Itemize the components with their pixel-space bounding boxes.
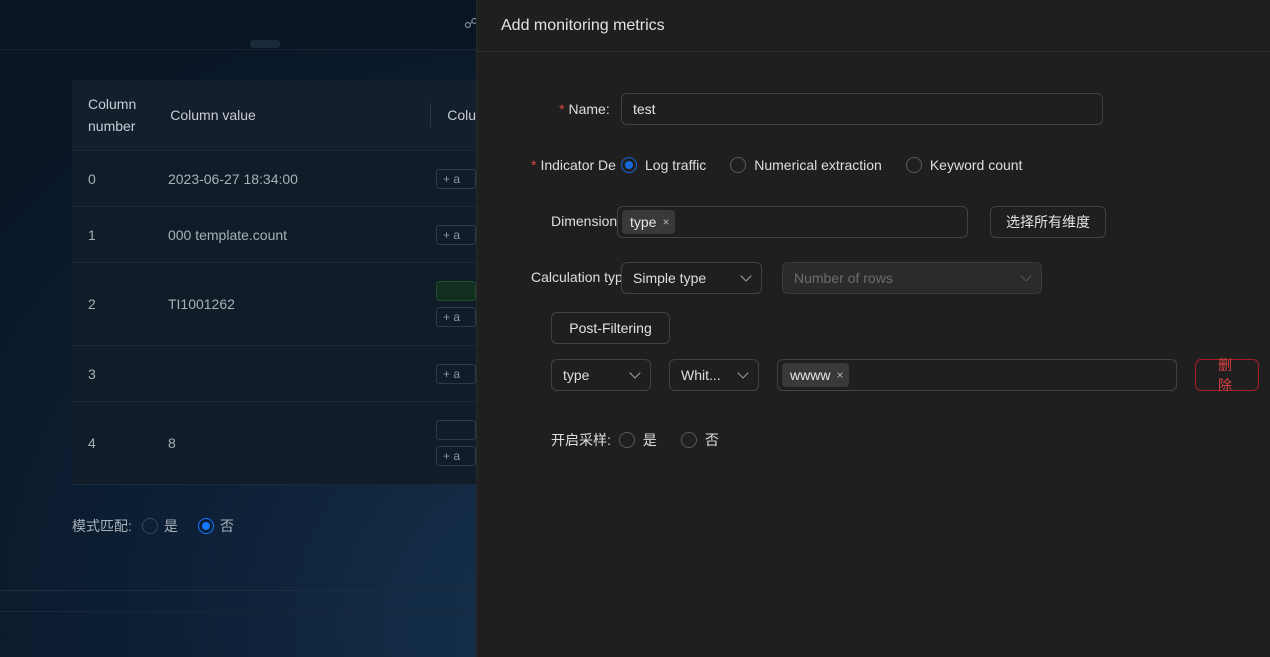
add-tag-button[interactable]: + a xyxy=(436,307,476,327)
sampling-group: 开启采样: 是 否 xyxy=(551,430,735,450)
radio-checked-icon[interactable] xyxy=(621,157,637,173)
table-row: 1 000 template.count + a xyxy=(72,207,476,263)
radio-icon[interactable] xyxy=(680,432,697,448)
header-column-third: Colu xyxy=(447,107,476,123)
topbar-pill xyxy=(250,40,280,48)
row-number: 0 xyxy=(88,170,96,187)
row-number: 1 xyxy=(88,226,96,243)
table-header: Column number Column value Colu xyxy=(72,80,476,151)
filter-value-tag: wwww × xyxy=(782,363,850,387)
row-number: 3 xyxy=(88,365,96,382)
divider xyxy=(0,590,476,591)
delete-filter-button[interactable]: 删除 xyxy=(1195,357,1259,393)
status-tag xyxy=(436,281,476,301)
pattern-match-label: 模式匹配: xyxy=(72,518,132,534)
tag-input[interactable] xyxy=(436,420,476,440)
dimension-select[interactable]: type × xyxy=(617,206,968,238)
row-value: 2023-06-27 18:34:00 xyxy=(167,170,298,187)
add-metric-drawer: Add monitoring metrics * Name: test * Indi… xyxy=(476,0,1270,657)
add-tag-button[interactable]: + a xyxy=(436,224,476,245)
table-row: 4 8 + a xyxy=(72,402,476,485)
required-mark: * xyxy=(531,157,537,173)
header-column-number: Column number xyxy=(88,96,137,134)
calculation-type-select[interactable]: Simple type xyxy=(621,262,762,294)
pattern-match-no-label: 否 xyxy=(219,518,234,534)
add-tag-button[interactable]: + a xyxy=(436,363,476,384)
indicator-option-numerical-extraction[interactable]: Numerical extraction xyxy=(730,157,882,173)
select-all-dimensions-button[interactable]: 选择所有维度 xyxy=(990,206,1106,238)
required-mark: * xyxy=(559,101,565,117)
indicator-option-log-traffic[interactable]: Log traffic xyxy=(621,157,706,173)
dimension-tag: type × xyxy=(622,210,676,234)
pattern-match-yes-radio[interactable] xyxy=(141,518,158,534)
pattern-match-yes-label: 是 xyxy=(163,518,178,534)
row-number: 4 xyxy=(88,435,96,451)
indicator-label: * Indicator De xyxy=(531,157,616,173)
name-label: * Name: xyxy=(559,101,610,117)
table-row: 0 2023-06-27 18:34:00 + a xyxy=(72,151,476,207)
add-tag-button[interactable]: + a xyxy=(436,446,476,466)
header-column-value: Column value xyxy=(154,103,432,127)
background-topbar: ☍ xyxy=(0,0,478,50)
sampling-label: 开启采样: xyxy=(551,432,611,448)
add-tag-button[interactable]: + a xyxy=(436,168,476,189)
table-row: 3 + a xyxy=(72,346,476,402)
close-icon[interactable]: × xyxy=(836,368,843,382)
row-value: 000 template.count xyxy=(167,226,288,243)
radio-icon[interactable] xyxy=(618,432,635,448)
drawer-title: Add monitoring metrics xyxy=(501,16,665,34)
chevron-down-icon xyxy=(629,367,641,379)
row-number: 2 xyxy=(88,296,96,312)
radio-icon[interactable] xyxy=(730,157,747,173)
chevron-down-icon xyxy=(737,367,749,379)
pattern-match-group: 模式匹配: 是 否 xyxy=(72,516,234,536)
row-value: 8 xyxy=(167,435,176,451)
sampling-option-no[interactable]: 否 xyxy=(680,430,719,450)
filter-values-select[interactable]: wwww × xyxy=(777,359,1177,391)
chevron-down-icon xyxy=(740,270,752,282)
drawer-header: Add monitoring metrics xyxy=(477,0,1270,52)
filter-field-select[interactable]: type xyxy=(551,359,651,391)
indicator-radio-group: Log traffic Numerical extraction Keyword… xyxy=(621,157,1038,173)
sampling-option-yes[interactable]: 是 xyxy=(618,430,657,450)
dimension-label: Dimension xyxy=(551,213,618,229)
radio-icon[interactable] xyxy=(905,157,922,173)
close-icon[interactable]: × xyxy=(662,215,669,229)
chevron-down-icon xyxy=(1020,270,1032,282)
fields-table: Column number Column value Colu 0 2023-0… xyxy=(72,80,476,485)
divider xyxy=(0,611,476,612)
calculation-type-label: Calculation typ xyxy=(531,269,621,285)
calculation-metric-select: Number of rows xyxy=(782,262,1042,294)
row-value: TI1001262 xyxy=(167,296,235,312)
table-row: 2 TI1001262 + a xyxy=(72,263,476,346)
indicator-option-keyword-count[interactable]: Keyword count xyxy=(905,157,1022,173)
post-filtering-button[interactable]: Post-Filtering xyxy=(551,312,670,344)
name-input[interactable]: test xyxy=(621,93,1103,125)
pattern-match-no-radio[interactable] xyxy=(197,518,214,534)
filter-operator-select[interactable]: Whit... xyxy=(669,359,759,391)
